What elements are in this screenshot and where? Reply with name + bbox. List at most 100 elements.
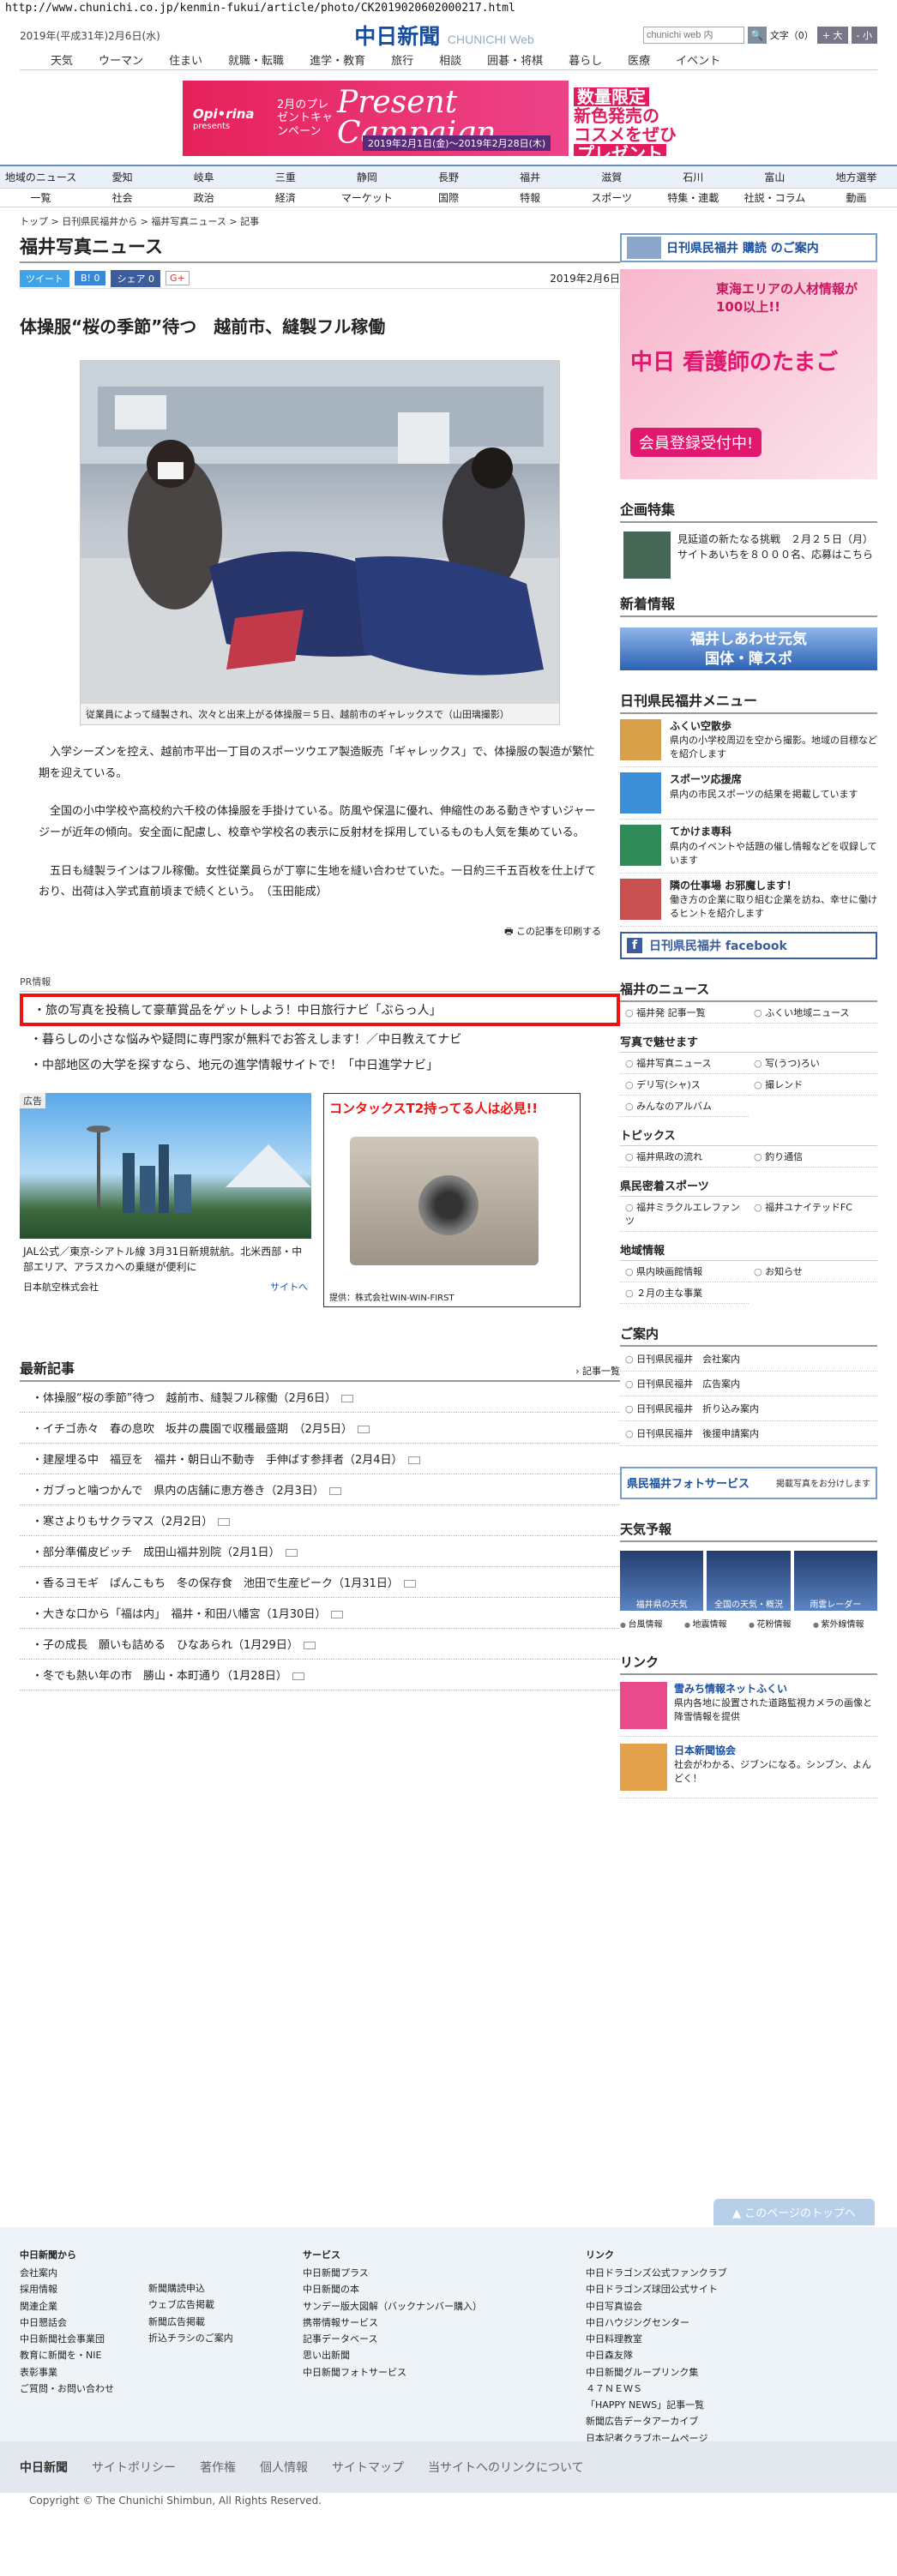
latest-article-item[interactable]: ・香るヨモギ ぱんこもち 冬の保存食 池田で生産ピーク（1月31日） <box>20 1567 620 1599</box>
annai-link[interactable]: 日刊県民福井 後援申請案内 <box>620 1421 877 1446</box>
gplus-button[interactable]: G+ <box>165 271 190 285</box>
site-logo[interactable]: 中日新聞 CHUNICHI Web <box>303 20 586 51</box>
annai-link[interactable]: 日刊県民福井 折り込み案内 <box>620 1396 877 1421</box>
category-item[interactable]: 三重 <box>244 170 326 184</box>
section-item[interactable]: スポーツ <box>571 190 653 205</box>
latest-article-item[interactable]: ・ガブっと噛つかんで 県内の店舗に恵方巻き（2月3日） <box>20 1474 620 1506</box>
footer-link[interactable]: 表彰事業 <box>20 2364 114 2381</box>
photo-link[interactable]: 福井写真ニュース <box>620 1053 749 1074</box>
news-link[interactable]: ふくい地域ニュース <box>749 1002 877 1024</box>
category-item[interactable]: 愛知 <box>81 170 163 184</box>
search-icon[interactable]: 🔍 <box>747 27 767 44</box>
footer-link[interactable]: ４７ＮＥＷＳ <box>586 2381 869 2397</box>
section-item[interactable]: 特集・連載 <box>653 190 734 205</box>
jal-ad[interactable]: 広告 JAL公式／東京-シアトル線 3月31日新規就航。北米西部・中部エリア、ア… <box>20 1093 311 1316</box>
global-nav-item[interactable]: 相談 <box>439 51 461 69</box>
global-nav-item[interactable]: 天気 <box>51 51 73 69</box>
nurse-ad[interactable]: 東海エリアの人材情報が100以上!! 中日 看護師のたまご 会員登録受付中! <box>620 269 877 479</box>
menu-item[interactable]: てかけま専科 県内のイベントや話題の催し情報などを収録しています <box>620 820 877 874</box>
sports-link[interactable]: 福井ミラクルエレファンツ <box>620 1197 749 1232</box>
photo-link[interactable]: 撮レンド <box>749 1074 877 1096</box>
hatena-button[interactable]: B! 0 <box>75 271 106 285</box>
section-item[interactable]: 政治 <box>163 190 244 205</box>
global-nav-item[interactable]: 囲碁・将棋 <box>487 51 543 69</box>
facebook-link[interactable]: f 日刊県民福井 facebook <box>620 931 877 959</box>
footer-bar-link[interactable]: 著作権 <box>200 2459 236 2476</box>
top-ad-banner[interactable]: Opi•rina presents 2月のプレゼントキャンペーン Present … <box>183 81 714 156</box>
weather-link[interactable]: 花粉情報 <box>749 1614 813 1632</box>
latest-more-link[interactable]: › 記事一覧 <box>575 1364 620 1378</box>
footer-link[interactable]: 「HAPPY NEWS」記事一覧 <box>586 2397 869 2413</box>
footer-logo[interactable]: 中日新聞 <box>20 2459 68 2476</box>
footer-link[interactable]: 中日懇話会 <box>20 2315 114 2331</box>
footer-link[interactable]: 中日新聞の本 <box>303 2281 586 2297</box>
footer-link[interactable]: 中日ハウジングセンター <box>586 2315 869 2331</box>
weather-link[interactable]: 紫外線情報 <box>813 1614 877 1632</box>
kokutai-banner[interactable]: 福井しあわせ元気 国体・障スポ <box>620 627 877 670</box>
footer-link[interactable]: 思い出新聞 <box>303 2347 586 2363</box>
category-item[interactable]: 富山 <box>734 170 816 184</box>
footer-link[interactable]: 中日新聞グループリンク集 <box>586 2364 869 2381</box>
print-link[interactable]: 🖶 この記事を印刷する <box>20 924 601 940</box>
category-item[interactable]: 長野 <box>407 170 489 184</box>
category-item[interactable]: 石川 <box>653 170 734 184</box>
category-item[interactable]: 岐阜 <box>163 170 244 184</box>
topic-link[interactable]: 釣り通信 <box>749 1146 877 1168</box>
footer-link[interactable]: 関連企業 <box>20 2298 114 2315</box>
latest-article-item[interactable]: ・大きな口から「福は内」 福井・和田八幡宮（1月30日） <box>20 1598 620 1630</box>
footer-link[interactable]: 中日新聞フォトサービス <box>303 2364 586 2381</box>
latest-article-item[interactable]: ・子の成長 願いも詰める ひなあられ（1月29日） <box>20 1629 620 1660</box>
category-item[interactable]: 地方選挙 <box>816 170 897 184</box>
footer-link[interactable]: 中日森友隊 <box>586 2347 869 2363</box>
footer-link[interactable]: 記事データベース <box>303 2331 586 2347</box>
menu-item[interactable]: スポーツ応援席 県内の市民スポーツの結果を掲載しています <box>620 767 877 820</box>
chiiki-link[interactable]: お知らせ <box>749 1261 877 1282</box>
global-nav-item[interactable]: 住まい <box>169 51 202 69</box>
camera-ad[interactable]: コンタックスT2持ってる人は必見!! 提供：株式会社WIN-WIN-FIRST <box>323 1093 581 1308</box>
pr-link[interactable]: ・暮らしの小さな悩みや疑問に専門家が無料でお答えします！／中日教えてナビ <box>20 1026 620 1052</box>
footer-link[interactable]: 会社案内 <box>20 2265 114 2281</box>
photo-service-banner[interactable]: 県民福井フォトサービス 掲載写真をお分けします <box>620 1466 877 1499</box>
weather-tile[interactable]: 福井県の天気 <box>620 1550 704 1611</box>
global-nav-item[interactable]: 暮らし <box>569 51 602 69</box>
pr-link-highlighted[interactable]: ・旅の写真を投稿して豪華賞品をゲットしよう！中日旅行ナビ「ぶらっ人」 <box>20 994 620 1027</box>
section-item[interactable]: 特報 <box>490 190 571 205</box>
font-up-button[interactable]: + 大 <box>816 27 848 44</box>
weather-tile[interactable]: 雨雲レーダー <box>793 1550 877 1611</box>
jal-site-link[interactable]: サイトへ <box>270 1280 308 1294</box>
facebook-share-button[interactable]: シェア 0 <box>111 269 160 287</box>
footer-link[interactable]: 新聞広告掲載 <box>148 2314 233 2330</box>
footer-link[interactable]: 新聞購読申込 <box>148 2280 233 2297</box>
section-item[interactable]: 国際 <box>407 190 489 205</box>
footer-link[interactable]: サンデー版大図解（バックナンバー購入） <box>303 2298 586 2315</box>
latest-article-item[interactable]: ・建屋埋る中 福豆を 福井・朝日山不動寺 手伸ばす参拝者（2月4日） <box>20 1444 620 1475</box>
footer-link[interactable]: 折込チラシのご案内 <box>148 2330 233 2346</box>
section-item[interactable]: マーケット <box>326 190 407 205</box>
subscribe-banner[interactable]: 日刊県民福井 購読 のご案内 <box>620 233 877 262</box>
page-top-button[interactable]: ▲ このページのトップへ <box>713 2199 875 2225</box>
footer-link[interactable]: 中日料理教室 <box>586 2331 869 2347</box>
category-item[interactable]: 滋賀 <box>571 170 653 184</box>
footer-bar-link[interactable]: 当サイトへのリンクについて <box>428 2459 584 2476</box>
footer-link[interactable]: 採用情報 <box>20 2281 114 2297</box>
footer-link[interactable]: 教育に新聞を・NIE <box>20 2347 114 2363</box>
footer-link[interactable]: 新聞広告データアーカイブ <box>586 2413 869 2429</box>
weather-link[interactable]: 台風情報 <box>620 1614 684 1632</box>
external-link[interactable]: 日本新聞協会 社会がわかる、ジブンになる。シンブン、よんどく！ <box>620 1737 877 1798</box>
weather-tile[interactable]: 全国の天気・概況 <box>707 1550 791 1611</box>
latest-article-item[interactable]: ・冬でも熱い年の市 勝山・本町通り（1月28日） <box>20 1660 620 1691</box>
section-item[interactable]: 社会 <box>81 190 163 205</box>
footer-link[interactable]: 中日新聞プラス <box>303 2265 586 2281</box>
breadcrumb[interactable]: トップ > 日刊県民福井から > 福井写真ニュース > 記事 <box>20 207 877 233</box>
chiiki-link[interactable]: ２月の主な事業 <box>620 1282 749 1304</box>
sports-link[interactable]: 福井ユナイテッドFC <box>749 1197 877 1232</box>
footer-link[interactable]: 中日ドラゴンズ球団公式サイト <box>586 2281 869 2297</box>
category-item[interactable]: 福井 <box>490 170 571 184</box>
photo-link[interactable]: デリ写(シャ)ス <box>620 1074 749 1096</box>
search-input[interactable] <box>642 27 744 44</box>
latest-article-item[interactable]: ・イチゴ赤々 春の息吹 坂井の農園で収穫最盛期 （2月5日） <box>20 1413 620 1444</box>
photo-link[interactable]: 写(うつ)ろい <box>749 1053 877 1074</box>
latest-article-item[interactable]: ・体操服“桜の季節”待つ 越前市、縫製フル稼働（2月6日） <box>20 1382 620 1414</box>
global-nav-item[interactable]: 進学・教育 <box>310 51 365 69</box>
footer-link[interactable]: ご質問・お問い合わせ <box>20 2381 114 2397</box>
